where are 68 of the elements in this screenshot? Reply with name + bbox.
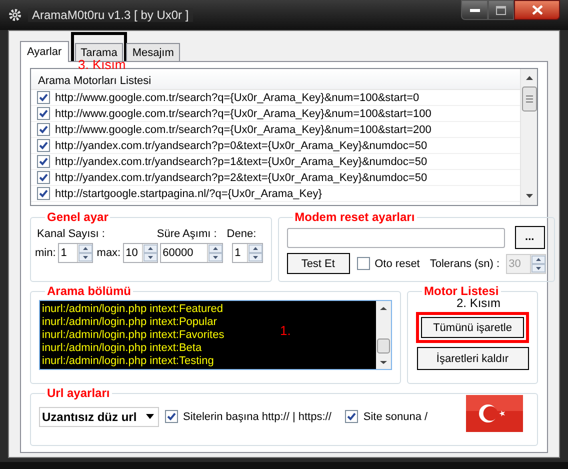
field-label: Tolerans (sn) :: [430, 256, 500, 270]
spin-arrows-icon[interactable]: [246, 244, 262, 262]
checkbox[interactable]: [37, 155, 50, 168]
group-title: Url ayarları: [46, 386, 111, 401]
checkbox[interactable]: [37, 91, 50, 104]
checkbox[interactable]: [37, 139, 50, 152]
checkbox[interactable]: [345, 410, 358, 423]
input-field[interactable]: [286, 228, 505, 248]
annotation-label: 1.: [280, 324, 291, 338]
list-item[interactable]: http://yandex.com.tr/yandsearch?p=2&text={Ux0r_Arama_Key}&numdoc=50: [55, 170, 428, 184]
scrollbar[interactable]: [520, 69, 537, 205]
list-item[interactable]: http://www.google.com.tr/search?q={Ux0r_Arama_Key}&num=100&start=200: [55, 122, 432, 136]
checkbox[interactable]: [356, 257, 370, 270]
text-line: inurl:/admin/login.php intext:Favorites: [42, 329, 224, 342]
spin-arrows-icon[interactable]: [76, 244, 92, 262]
checkbox[interactable]: [165, 410, 178, 423]
maximize-button[interactable]: [488, 0, 514, 20]
list-item[interactable]: http://yandex.com.tr/yandsearch?p=0&text={Ux0r_Arama_Key}&numdoc=50: [55, 138, 428, 152]
number-field[interactable]: 60000: [160, 243, 223, 263]
text-line: inurl:/admin/login.php intext:Featured: [42, 303, 223, 316]
close-icon: [532, 5, 542, 15]
checkbox[interactable]: [37, 171, 50, 184]
annotation-label: 3. Kısım: [78, 59, 126, 71]
spin-arrows-icon[interactable]: [142, 244, 157, 262]
spin-arrows-icon[interactable]: [206, 244, 222, 262]
list-item[interactable]: http://yandex.com.tr/yandsearch?p=1&text={Ux0r_Arama_Key}&numdoc=50: [55, 154, 428, 168]
number-field[interactable]: 1: [58, 243, 93, 263]
number-field[interactable]: 10: [122, 243, 158, 263]
checkbox[interactable]: [37, 187, 50, 200]
dropdown[interactable]: Uzantısız düz url: [39, 406, 159, 426]
list-item[interactable]: http://www.google.com.tr/search?q={Ux0r_Arama_Key}&num=100&start=0: [55, 90, 420, 104]
maximize-icon: [496, 6, 506, 14]
caret-icon: [146, 414, 154, 419]
settings-icon: [8, 8, 22, 22]
button[interactable]: Tümünü işaretle: [421, 317, 524, 338]
field-label: min:: [35, 246, 56, 260]
button[interactable]: İşaretleri kaldır: [416, 347, 528, 370]
minimize-button[interactable]: [461, 0, 488, 20]
group-title: Motor Listesi: [423, 284, 500, 298]
button[interactable]: ...: [514, 226, 545, 249]
text-line: inurl:/admin/login.php intext:Beta: [42, 342, 202, 355]
scrollbar[interactable]: [376, 301, 391, 369]
tab[interactable]: Tarama: [74, 43, 124, 61]
group-title: Genel ayar: [46, 210, 110, 225]
checkbox[interactable]: [37, 107, 50, 120]
button[interactable]: Test Et: [286, 253, 350, 274]
window-title: AramaM0t0ru v1.3 [ by Ux0r ]: [28, 8, 193, 22]
text-line: inurl:/admin/login.php intext:Testing: [42, 355, 214, 368]
field-label: max:: [96, 246, 121, 260]
text-line: inurl:/admin/login.php intext:Popular: [42, 316, 217, 329]
checkbox-label[interactable]: Site sonuna /: [363, 410, 428, 424]
group-title: Arama bölümü: [46, 284, 132, 299]
list-item[interactable]: http://startgoogle.startpagina.nl/?q={Ux0r_Arama_Key}: [55, 186, 322, 200]
turkish-flag-icon: [466, 395, 523, 432]
checkbox-label[interactable]: Sitelerin başına http:// | https://: [183, 410, 332, 424]
close-button[interactable]: [514, 0, 560, 20]
checkbox-label[interactable]: Oto reset: [374, 256, 420, 270]
number-field[interactable]: 1: [232, 243, 263, 263]
list-item[interactable]: http://www.google.com.tr/search?q={Ux0r_Arama_Key}&num=100&start=100: [55, 106, 432, 120]
field-label: Süre Aşımı :: [156, 227, 217, 241]
group-title: Modem reset ayarları: [294, 210, 416, 225]
checkbox[interactable]: [37, 123, 50, 136]
tab[interactable]: Mesajım: [126, 43, 180, 61]
field-label: Dene:: [226, 227, 256, 241]
field-label: Kanal Sayısı :: [37, 227, 105, 241]
tab[interactable]: Ayarlar: [20, 41, 69, 62]
annotation-label: 2. Kısım: [456, 297, 500, 310]
minimize-icon: [470, 8, 480, 12]
